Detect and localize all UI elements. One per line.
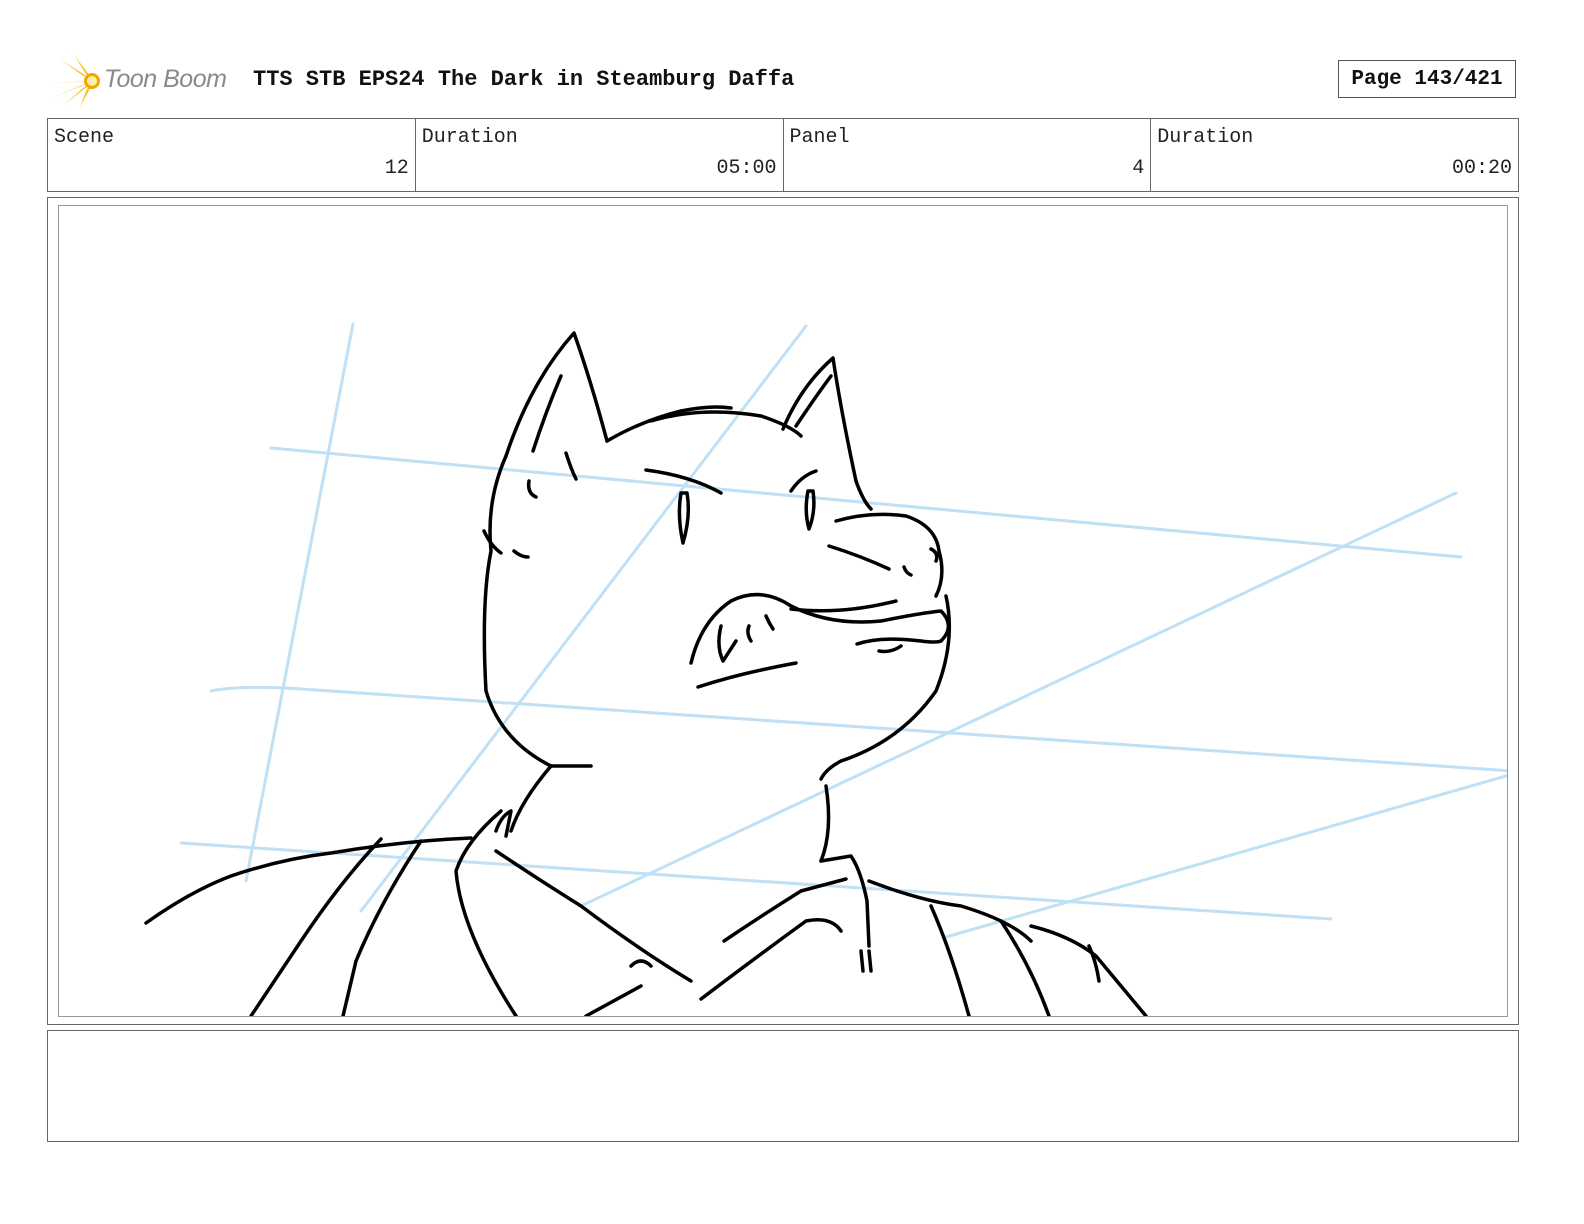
panel-value: 4 [1132, 157, 1145, 180]
logo-wordmark: Toon Boom [104, 65, 227, 93]
page-number: Page 143/421 [1338, 60, 1516, 98]
storyboard-panel-image [58, 205, 1508, 1017]
panel-duration-label: Duration [1157, 126, 1254, 149]
scene-label: Scene [54, 126, 115, 149]
scene-cell: Scene 12 [48, 119, 416, 191]
character-lines [144, 331, 1148, 1016]
panel-duration-cell: Duration 00:20 [1151, 119, 1518, 191]
scene-duration-value: 05:00 [716, 157, 777, 180]
panel-cell: Panel 4 [784, 119, 1152, 191]
panel-duration-value: 00:20 [1451, 157, 1512, 180]
wolf-sketch-drawing [144, 322, 1507, 1016]
panel-label: Panel [789, 126, 850, 149]
panel-notes-box [47, 1030, 1519, 1142]
scene-value: 12 [384, 157, 409, 180]
scene-duration-label: Duration [421, 126, 518, 149]
document-title: TTS STB EPS24 The Dark in Steamburg Daff… [253, 67, 795, 92]
starburst-icon [50, 55, 100, 107]
toon-boom-logo: Toon Boom [50, 55, 240, 107]
scene-duration-cell: Duration 05:00 [416, 119, 784, 191]
scene-info-table: Scene 12 Duration 05:00 Panel 4 Duration… [47, 118, 1519, 192]
